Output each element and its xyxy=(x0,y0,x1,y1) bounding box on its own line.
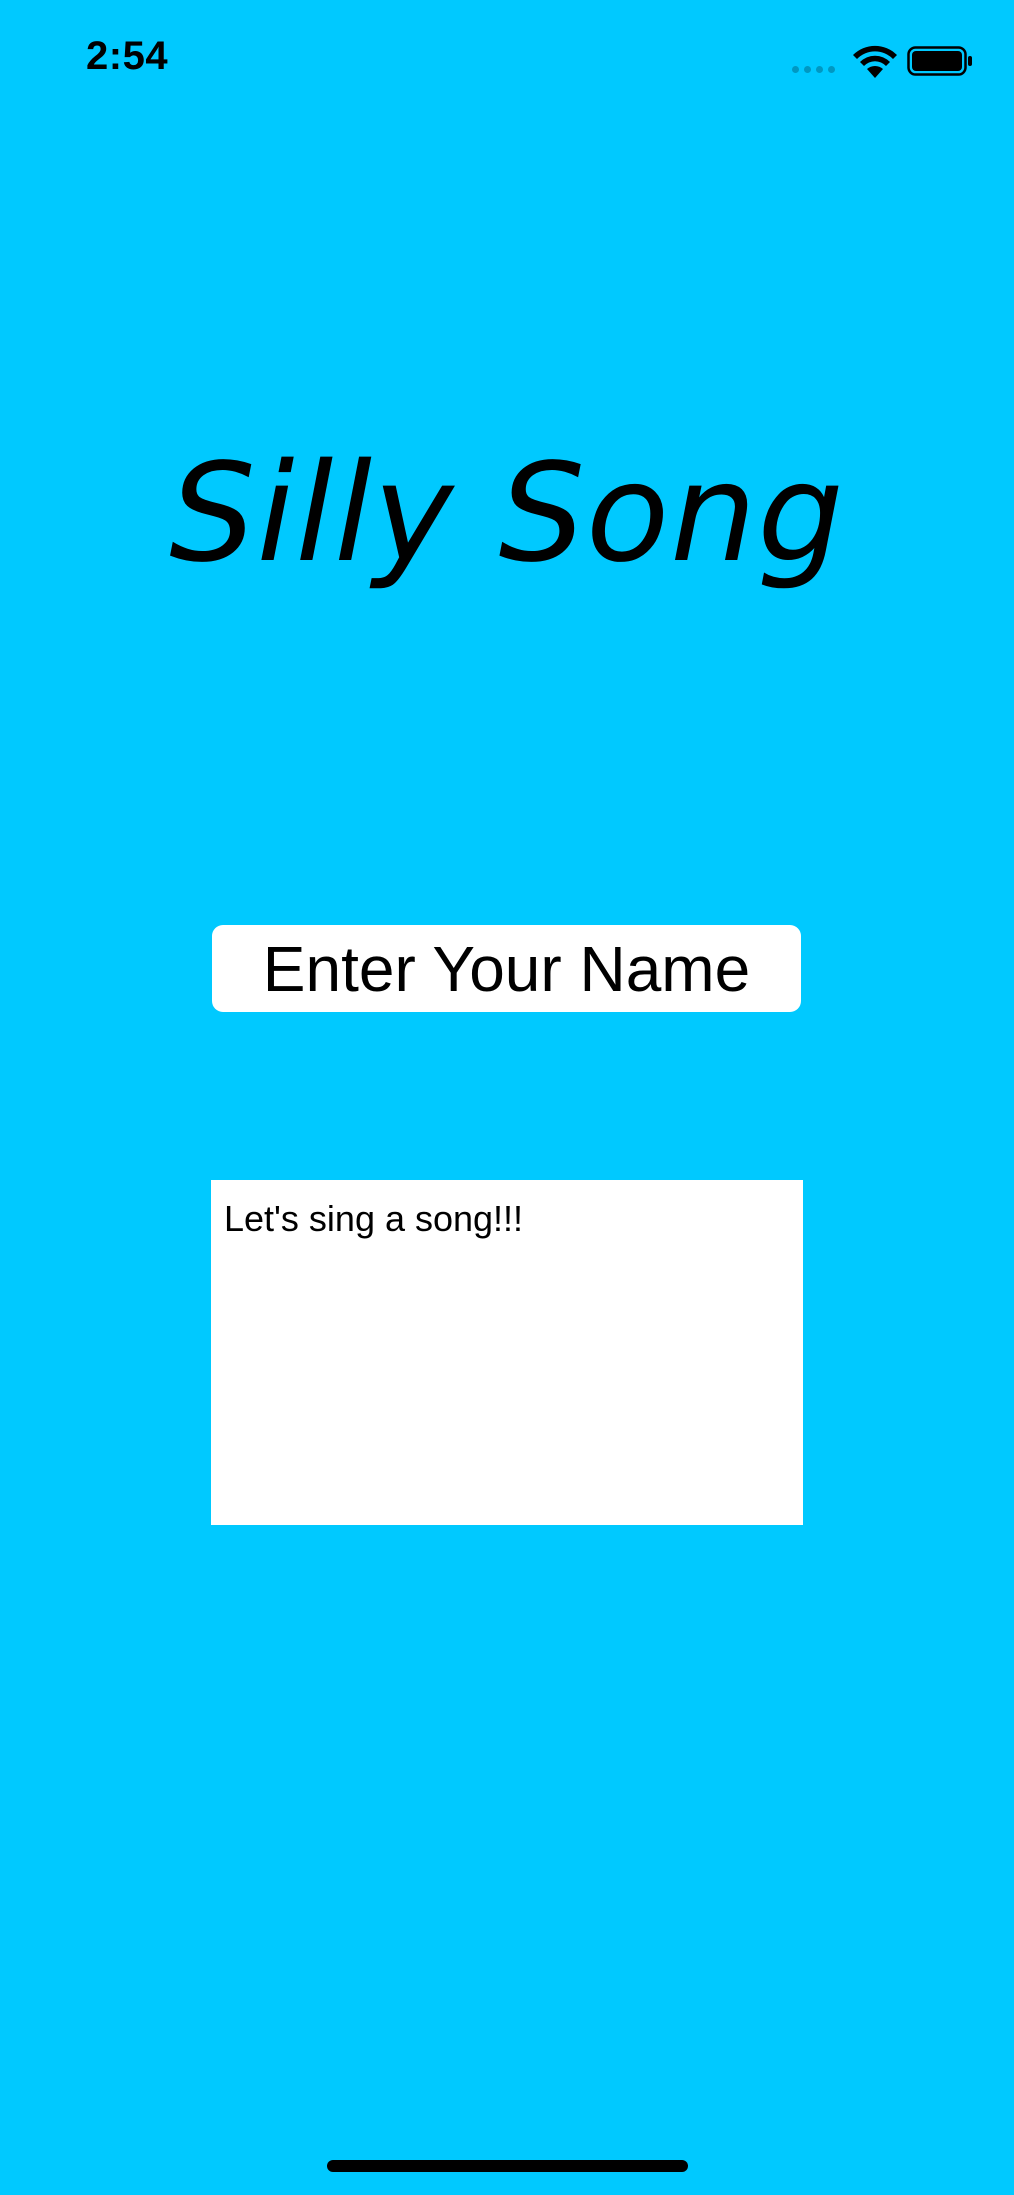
cellular-signal-icon xyxy=(792,66,835,73)
song-lyrics-textview[interactable]: Let's sing a song!!! xyxy=(211,1180,803,1525)
wifi-icon xyxy=(853,45,897,78)
app-screen: 2:54 Silly Song Let's sing a song!!! xyxy=(0,0,1014,2195)
app-title: Silly Song xyxy=(169,435,845,593)
status-time: 2:54 xyxy=(86,34,169,78)
home-indicator[interactable] xyxy=(327,2160,688,2172)
battery-icon xyxy=(907,46,972,76)
name-input[interactable] xyxy=(212,925,801,1012)
